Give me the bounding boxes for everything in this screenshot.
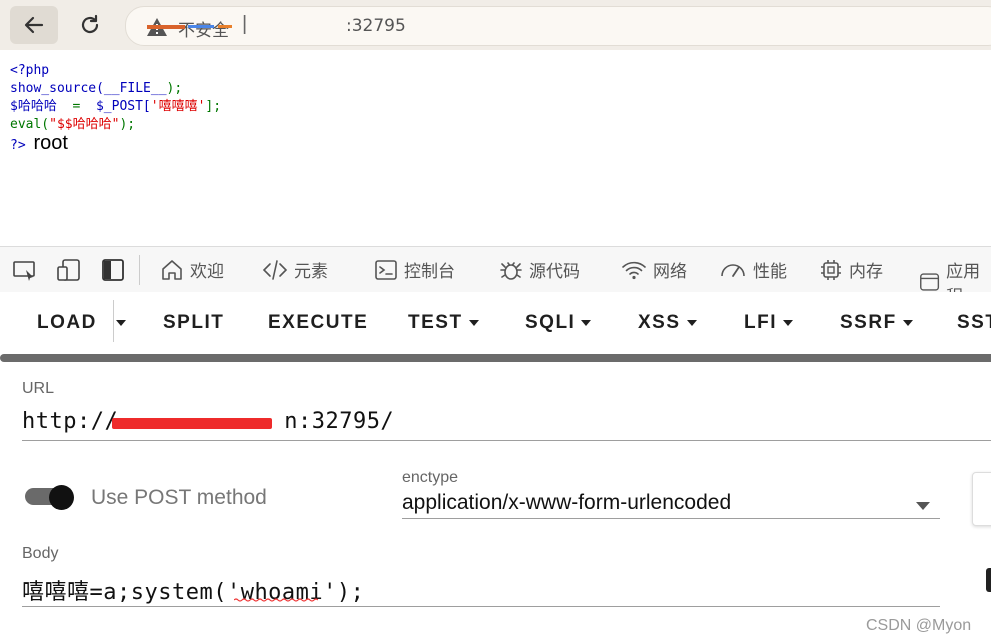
tab-label: 内存 (849, 262, 883, 282)
enctype-select[interactable]: application/x-www-form-urlencoded (402, 491, 731, 515)
code-icon (262, 259, 288, 280)
tab-divider (139, 255, 140, 285)
load-dropdown-caret[interactable] (116, 320, 126, 326)
test-menu[interactable]: TEST (408, 312, 479, 334)
code-key: '嘻嘻嘻' (150, 99, 206, 114)
split-button[interactable]: SPLIT (163, 312, 224, 334)
address-redaction (218, 25, 232, 28)
tab-console[interactable]: 控制台 (374, 257, 455, 282)
side-button-edge[interactable] (986, 568, 991, 592)
lfi-label: LFI (744, 312, 777, 333)
tab-welcome[interactable]: 欢迎 (160, 257, 224, 282)
chevron-down-icon (468, 319, 479, 326)
browser-toolbar: 不安全 | :32795 (0, 0, 991, 50)
sidebar-icon[interactable] (102, 259, 124, 281)
ssrf-label: SSRF (840, 312, 897, 333)
lfi-menu[interactable]: LFI (744, 312, 793, 334)
devtools-tabbar: 欢迎 元素 控制台 源代码 网络 性能 内存 应用程 (0, 246, 991, 307)
php-close-tag: ?> (10, 138, 26, 153)
insecure-label: 不安全 (178, 21, 229, 41)
inspect-icon[interactable] (13, 259, 37, 281)
ssrf-menu[interactable]: SSRF (840, 312, 913, 334)
address-bar[interactable]: 不安全 | :32795 (125, 6, 991, 46)
address-separator: | (242, 13, 248, 35)
back-button[interactable] (10, 6, 58, 44)
code-post: $_POST[ (95, 99, 151, 114)
code-fn: eval( (10, 117, 50, 132)
xss-label: XSS (638, 312, 681, 333)
tab-label: 性能 (753, 262, 787, 282)
code-string: "$$哈哈哈" (49, 117, 120, 132)
sqli-label: SQLI (525, 312, 576, 333)
url-redaction (112, 418, 272, 429)
address-redaction (188, 25, 214, 28)
chevron-down-icon (902, 319, 913, 326)
tab-label: 控制台 (404, 262, 455, 282)
tab-label: 元素 (294, 262, 328, 282)
url-suffix: n:32795/ (284, 409, 395, 434)
watermark: CSDN @Myon (866, 617, 972, 634)
command-output: root (33, 132, 68, 154)
tab-network[interactable]: 网络 (621, 257, 687, 282)
reload-button[interactable] (66, 6, 114, 44)
spellcheck-underline (234, 598, 318, 602)
code-punct: ); (119, 117, 136, 132)
xss-menu[interactable]: XSS (638, 312, 697, 334)
chevron-down-icon (581, 319, 592, 326)
app-icon (920, 273, 940, 291)
home-icon (162, 259, 182, 280)
sqli-menu[interactable]: SQLI (525, 312, 592, 334)
code-fn: show_source( (10, 81, 104, 96)
enctype-label: enctype (402, 469, 459, 486)
hackbar-divider-bar (0, 354, 991, 362)
tab-performance[interactable]: 性能 (719, 257, 787, 282)
tab-label: 源代码 (529, 262, 580, 282)
url-prefix: http:// (22, 409, 119, 434)
enctype-underline (402, 518, 940, 519)
menu-divider (113, 300, 114, 342)
body-underline (22, 606, 940, 607)
toggle-thumb (49, 485, 74, 510)
load-button[interactable]: LOAD (37, 312, 97, 334)
test-label: TEST (408, 312, 463, 333)
address-redaction (147, 25, 185, 29)
tab-sources[interactable]: 源代码 (499, 257, 580, 282)
gauge-icon (721, 263, 745, 277)
chevron-down-icon (783, 319, 793, 326)
device-icon[interactable] (57, 259, 81, 281)
reload-icon (81, 14, 99, 34)
tab-memory[interactable]: 内存 (819, 257, 883, 282)
chevron-down-icon (686, 319, 697, 326)
tab-elements[interactable]: 元素 (262, 257, 328, 282)
url-label: URL (22, 380, 55, 397)
wifi-icon (622, 261, 646, 279)
code-punct: ); (166, 81, 183, 96)
chip-icon (821, 259, 841, 280)
hackbar-menu: LOAD SPLIT EXECUTE TEST SQLI XSS LFI SSR… (0, 292, 991, 354)
execute-button[interactable]: EXECUTE (268, 312, 368, 334)
code-var: $哈哈哈 (10, 99, 57, 114)
tab-label: 欢迎 (190, 262, 224, 282)
arrow-left-icon (24, 16, 44, 34)
php-open-tag: <?php (10, 63, 50, 78)
bug-icon (500, 261, 522, 280)
body-label: Body (22, 545, 59, 562)
php-source: <?php show_source(__FILE__); $哈哈哈 = $_PO… (10, 62, 221, 155)
address-port: :32795 (346, 16, 406, 36)
console-icon (375, 259, 397, 280)
post-method-label: Use POST method (91, 486, 267, 509)
code-punct: ]; (205, 99, 222, 114)
url-underline (22, 440, 991, 441)
code-op: = (56, 99, 96, 114)
side-button[interactable] (972, 472, 991, 526)
chevron-down-icon[interactable] (916, 502, 930, 510)
address-text: :32795 (266, 16, 406, 36)
tab-label: 网络 (653, 262, 687, 282)
code-arg: __FILE__ (103, 81, 167, 96)
ssti-menu[interactable]: SST (957, 312, 991, 334)
post-method-toggle[interactable] (25, 485, 75, 510)
